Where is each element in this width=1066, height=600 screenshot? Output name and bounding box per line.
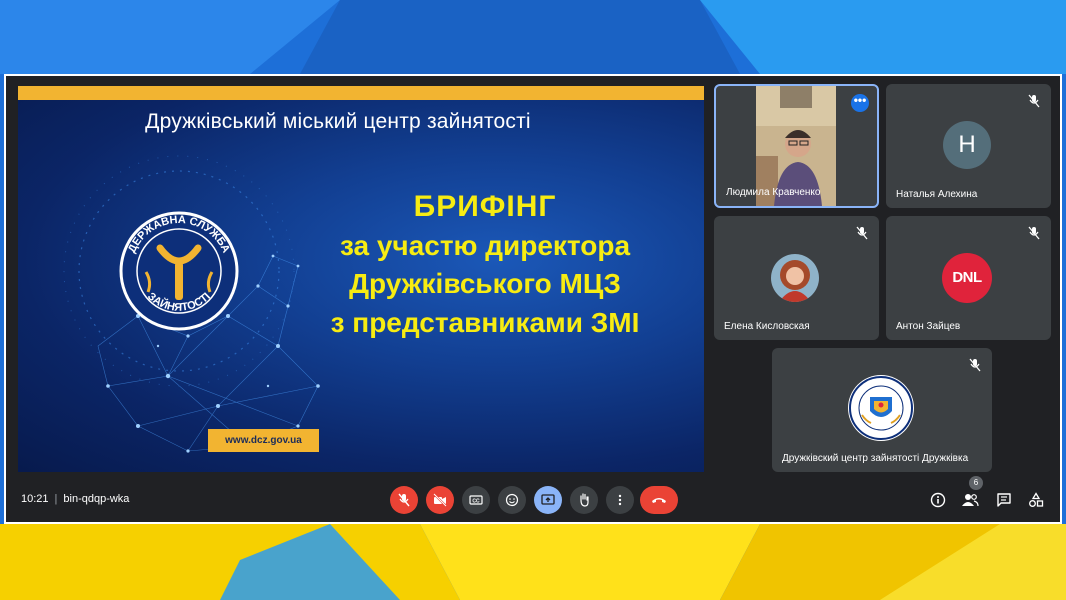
hand-icon (580, 493, 589, 507)
mic-off-icon (1028, 226, 1040, 240)
chat-icon (997, 493, 1011, 507)
hangup-icon (652, 498, 666, 503)
separator: | (54, 493, 58, 505)
people-button[interactable] (960, 490, 980, 510)
slide-top-bar (18, 86, 704, 100)
meeting-time: 10:21 (21, 493, 49, 505)
mic-off-icon (1028, 94, 1040, 108)
captions-button[interactable]: CC (462, 486, 490, 514)
slide-title-line-4: з представниками ЗМІ (330, 306, 640, 338)
more-vert-icon (618, 494, 622, 506)
activities-icon (1029, 492, 1044, 507)
mic-off-icon (969, 358, 981, 372)
meeting-code: bin-qdqp-wka (63, 493, 130, 505)
participant-count-badge: 6 (969, 476, 983, 490)
participant-tile-3[interactable]: Елена Кисловская (714, 216, 879, 340)
activities-button[interactable] (1026, 490, 1046, 510)
slide-org-name: Дружківський міський центр зайнятості (145, 110, 531, 133)
chat-button[interactable] (994, 490, 1014, 510)
mic-off-icon (398, 493, 410, 507)
slide-url-label: www.dcz.gov.ua (208, 429, 319, 452)
camera-off-button[interactable] (426, 486, 454, 514)
avatar (848, 375, 914, 441)
reactions-button[interactable] (498, 486, 526, 514)
raise-hand-button[interactable] (570, 486, 598, 514)
participant-name: Наталья Алехина (896, 189, 978, 200)
meeting-info: 10:21 | bin-qdqp-wka (21, 493, 129, 505)
smiley-icon (505, 493, 519, 507)
presentation-slide: Дружківський міський центр зайнятості ДЕ… (18, 86, 704, 472)
leave-call-button[interactable] (640, 486, 678, 514)
participant-name: Людмила Кравченко (726, 187, 821, 198)
mic-off-button[interactable] (390, 486, 418, 514)
svg-text:CC: CC (472, 499, 480, 505)
mic-off-icon (856, 226, 868, 240)
more-options-icon[interactable]: ••• (851, 94, 869, 112)
present-button[interactable] (534, 486, 562, 514)
participant-tile-1[interactable]: ••• Людмила Кравченко (714, 84, 879, 208)
participant-name: Елена Кисловская (724, 321, 810, 332)
employment-service-logo: ДЕРЖАВНА СЛУЖБА ЗАЙНЯТОСТІ (119, 211, 239, 331)
camera-off-icon (433, 493, 447, 507)
slide-title: БРИФІНГ за участю директора Дружківськог… (250, 186, 704, 342)
meeting-window: Дружківський міський центр зайнятості ДЕ… (4, 74, 1062, 524)
present-icon (541, 494, 555, 505)
participant-tile-5[interactable]: Дружківский центр зайнятості Дружківка (772, 348, 992, 472)
slide-title-line-1: БРИФІНГ (413, 190, 557, 223)
participant-tile-2[interactable]: H Наталья Алехина (886, 84, 1051, 208)
participant-name: Антон Зайцев (896, 321, 961, 332)
info-icon (930, 492, 946, 508)
participant-name: Дружківский центр зайнятості Дружківка (782, 453, 969, 464)
more-options-button[interactable] (606, 486, 634, 514)
people-icon (962, 494, 979, 507)
avatar: DNL (942, 253, 992, 303)
avatar: H (943, 121, 991, 169)
meeting-details-button[interactable] (928, 490, 948, 510)
avatar (771, 254, 819, 302)
captions-icon: CC (469, 495, 483, 505)
slide-title-line-2: за участю директора (339, 230, 631, 262)
participant-tile-4[interactable]: DNL Антон Зайцев (886, 216, 1051, 340)
slide-title-line-3: Дружківського МЦЗ (349, 268, 621, 300)
